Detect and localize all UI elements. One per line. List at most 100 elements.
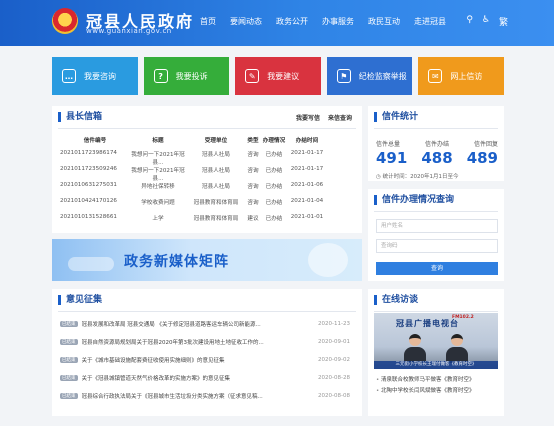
list-item[interactable]: 已结束 关于《冠县城镇管道天然气价格改革的实施方案》的意见征集 2020-08-… [60, 373, 350, 383]
status-badge: 已结束 [60, 375, 78, 381]
stat-date-text: 统计时间：2020年1月1日至今 [382, 174, 459, 180]
table-row[interactable]: 2021011723986174 我想问一下2021年冠县... 冠县人社局 咨… [60, 150, 346, 166]
list-item[interactable]: 已结束 冠县发展和改革局 冠县交通局 《关于修定冠县道路客运车辆公司新能源...… [60, 319, 350, 329]
item-date: 2020-11-23 [318, 321, 350, 327]
cell-type: 咨询 [247, 200, 259, 206]
stat-date: ◷ 统计时间：2020年1月1日至今 [376, 172, 459, 180]
nav-about[interactable]: 走进冠县 [414, 16, 446, 27]
table-row[interactable]: 2021011723509246 我想问一下2021年冠县... 冠县人社局 咨… [60, 166, 346, 182]
mailbox-tabs: 我要写信 来信查询 [296, 113, 352, 122]
video-caption: 三元街小学校长王瑞付做客《教育时空》 [374, 361, 498, 369]
item-title[interactable]: 冠县自然资源局规划局关于冠县2020年第3批次建设用地土地征收工作的... [82, 338, 302, 346]
nav-interaction[interactable]: 政民互动 [368, 16, 400, 27]
divider [58, 311, 356, 312]
cell-status: 已办结 [265, 152, 283, 158]
cell-unit: 冠县人社局 [202, 152, 230, 158]
stat-value-total: 491 [376, 149, 408, 167]
list-item[interactable]: 已结束 关于《城市基础设施配套费征收使用实施细则》的意见征集 2020-09-0… [60, 355, 350, 365]
cell-title[interactable]: 学校收费问题 [130, 198, 186, 206]
item-title[interactable]: 冠县综合行政执法局关于《冠县城市生活垃圾分类实施方案（征求意见稿... [82, 392, 302, 400]
guest-figure [404, 334, 426, 363]
cell-unit: 冠县教育和体育局 [193, 216, 239, 222]
edit-icon: ✎ [245, 69, 260, 83]
stat-label-finished: 信件办结 [424, 141, 449, 148]
stat-values: 491 488 489 [376, 149, 498, 167]
item-title[interactable]: 关于《城市基础设施配套费征收使用实施细则》的意见征集 [82, 356, 302, 364]
table-row[interactable]: 2021010631275031 异地社保转移 冠县人社局 咨询 已办结 202… [60, 182, 346, 190]
banner-title: 政务新媒体矩阵 [124, 254, 229, 270]
cloud-decoration [308, 243, 348, 277]
chat-icon: … [62, 69, 76, 83]
tile-discipline-report[interactable]: ⚑ 纪检监察举报 [326, 57, 413, 95]
tile-label: 我要建议 [267, 71, 300, 81]
col-header: 办理情况 [262, 138, 286, 144]
quick-service-tiles: … 我要咨询 ? 我要投诉 ✎ 我要建议 ⚑ 纪检监察举报 ✉ 网上信访 [52, 57, 504, 95]
table-row[interactable]: 2021010424170126 学校收费问题 冠县教育和体育局 咨询 已办结 … [60, 198, 346, 206]
new-media-banner[interactable]: 政务新媒体矩阵 [52, 239, 362, 281]
cell-id: 2021010424170126 [60, 198, 117, 204]
table-row[interactable]: 202101013152866​1 上学 冠县教育和体育局 建议 已办结 202… [60, 214, 346, 222]
search-icon[interactable]: ⚲ [466, 15, 473, 28]
cell-unit: 冠县教育和体育局 [193, 200, 239, 206]
interview-link[interactable]: 北陶中学校长闫风斌做客《教育时空》 [376, 386, 475, 394]
panel-title: 信件办理情况查询 [374, 195, 454, 205]
stat-label-replied: 信件回复 [473, 141, 498, 148]
letter-query-tab[interactable]: 来信查询 [328, 113, 352, 122]
panel-title: 信件统计 [374, 112, 418, 122]
nav-home[interactable]: 首页 [200, 16, 216, 27]
accessibility-icon[interactable]: ♿ [482, 15, 490, 28]
site-header: 冠县人民政府 www.guanxian.gov.cn 首页 要闻动态 政务公开 … [0, 0, 554, 46]
host-figure [446, 334, 468, 363]
header-tools: ⚲ ♿ 繁 [466, 15, 508, 28]
col-header: 标题 [152, 138, 164, 144]
cell-type: 咨询 [247, 152, 259, 158]
nav-news[interactable]: 要闻动态 [230, 16, 262, 27]
nav-services[interactable]: 办事服务 [322, 16, 354, 27]
username-input[interactable]: 用户姓名 [376, 219, 498, 233]
cloud-decoration [68, 257, 114, 271]
tile-online-petition[interactable]: ✉ 网上信访 [418, 57, 504, 95]
tile-suggestion[interactable]: ✎ 我要建议 [235, 57, 321, 95]
cell-status: 已办结 [265, 184, 283, 190]
divider [374, 311, 498, 312]
col-header: 受理单位 [204, 138, 228, 144]
cell-date: 2021-01-17 [290, 150, 324, 156]
flag-icon: ⚑ [336, 69, 351, 83]
question-icon: ? [153, 69, 168, 83]
query-button[interactable]: 查询 [376, 262, 498, 275]
item-date: 2020-08-08 [318, 393, 350, 399]
cell-id: 202101013152866​1 [60, 214, 117, 220]
cell-status: 已办结 [265, 200, 283, 206]
nav-gov-open[interactable]: 政务公开 [276, 16, 308, 27]
list-item[interactable]: 已结束 冠县自然资源局规划局关于冠县2020年第3批次建设用地土地征收工作的..… [60, 337, 350, 347]
interview-link[interactable]: 清泉联合校教师马平做客《教育时空》 [376, 375, 475, 383]
traditional-chinese-toggle[interactable]: 繁 [499, 15, 508, 28]
stat-label-total: 信件总量 [376, 141, 401, 148]
item-title[interactable]: 冠县发展和改革局 冠县交通局 《关于修定冠县道路客运车辆公司新能源... [82, 320, 302, 328]
interview-video[interactable]: FM102.2 冠县广播电视台 三元街小学校长王瑞付做客《教育时空》 [374, 313, 498, 369]
col-header: 信件编号 [83, 138, 107, 144]
col-header: 类型 [247, 138, 259, 144]
national-emblem-logo[interactable] [52, 8, 78, 34]
cell-type: 咨询 [247, 168, 259, 174]
stat-value-replied: 489 [466, 149, 498, 167]
mailbox-panel: 县长信箱 我要写信 来信查询 信件编号 标题 受理单位 类型 办理情况 办结时间… [52, 106, 362, 233]
tile-complaint[interactable]: ? 我要投诉 [143, 57, 230, 95]
list-item[interactable]: 已结束 冠县综合行政执法局关于《冠县城市生活垃圾分类实施方案（征求意见稿... … [60, 391, 350, 401]
cell-title[interactable]: 上学 [130, 214, 186, 222]
item-title[interactable]: 关于《冠县城镇管道天然气价格改革的实施方案》的意见征集 [82, 374, 302, 382]
cell-unit: 冠县人社局 [202, 168, 230, 174]
cell-title[interactable]: 我想问一下2021年冠县... [130, 166, 186, 182]
tile-label: 我要咨询 [84, 71, 116, 81]
panel-title: 在线访谈 [374, 295, 418, 305]
cell-id: 2021011723986174 [60, 150, 117, 156]
cell-title[interactable]: 异地社保转移 [130, 182, 186, 190]
cell-title[interactable]: 我想问一下2021年冠县... [130, 150, 186, 166]
tile-consult[interactable]: … 我要咨询 [52, 57, 138, 95]
stats-panel: 信件统计 信件总量 信件办结 信件回复 491 488 489 ◷ 统计时间：2… [368, 106, 504, 181]
item-date: 2020-09-01 [318, 339, 350, 345]
stat-labels: 信件总量 信件办结 信件回复 [376, 139, 498, 148]
write-letter-tab[interactable]: 我要写信 [296, 113, 320, 122]
query-code-input[interactable]: 查询码 [376, 239, 498, 253]
panel-title: 意见征集 [58, 295, 102, 305]
